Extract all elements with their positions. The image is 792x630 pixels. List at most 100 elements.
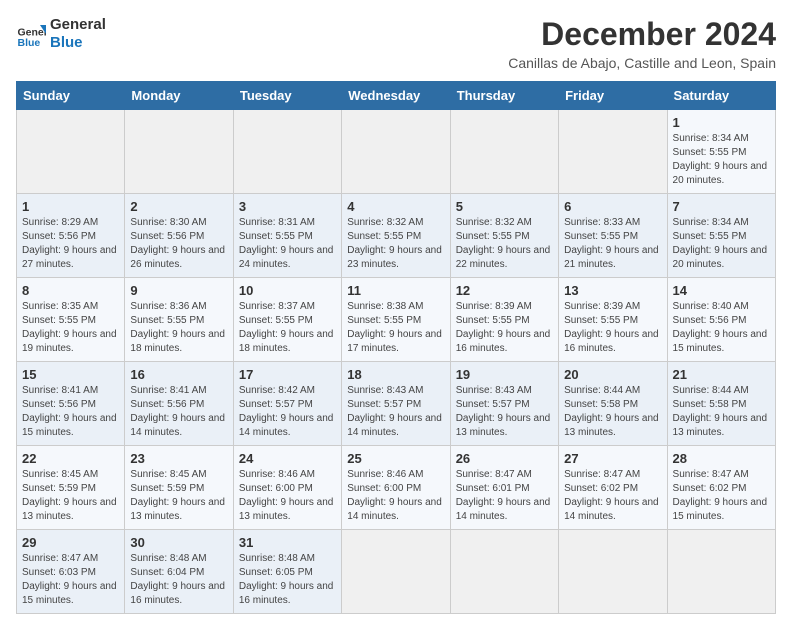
sunset-label: Sunset: 5:58 PM (673, 399, 747, 410)
sunrise-label: Sunrise: 8:30 AM (130, 217, 206, 228)
calendar-day-cell (342, 110, 450, 194)
sunrise-label: Sunrise: 8:31 AM (239, 217, 315, 228)
calendar-day-cell (450, 530, 558, 614)
day-info: Sunrise: 8:45 AM Sunset: 5:59 PM Dayligh… (22, 468, 119, 524)
sunset-label: Sunset: 6:02 PM (673, 483, 747, 494)
calendar-day-cell (559, 110, 667, 194)
sunrise-label: Sunrise: 8:44 AM (673, 385, 749, 396)
sunset-label: Sunset: 5:55 PM (456, 315, 530, 326)
daylight-label: Daylight: 9 hours and 13 minutes. (456, 413, 551, 438)
day-info: Sunrise: 8:43 AM Sunset: 5:57 PM Dayligh… (456, 384, 553, 440)
calendar-table: SundayMondayTuesdayWednesdayThursdayFrid… (16, 81, 776, 614)
daylight-label: Daylight: 9 hours and 14 minutes. (347, 497, 442, 522)
day-info: Sunrise: 8:32 AM Sunset: 5:55 PM Dayligh… (347, 216, 444, 272)
day-info: Sunrise: 8:46 AM Sunset: 6:00 PM Dayligh… (347, 468, 444, 524)
day-number: 20 (564, 367, 661, 382)
day-number: 25 (347, 451, 444, 466)
sunrise-label: Sunrise: 8:32 AM (347, 217, 423, 228)
day-number: 29 (22, 535, 119, 550)
page-header: General Blue General Blue December 2024 … (16, 16, 776, 71)
daylight-label: Daylight: 9 hours and 14 minutes. (564, 497, 659, 522)
calendar-day-cell: 9 Sunrise: 8:36 AM Sunset: 5:55 PM Dayli… (125, 278, 233, 362)
daylight-label: Daylight: 9 hours and 16 minutes. (130, 581, 225, 606)
calendar-body: 1 Sunrise: 8:34 AM Sunset: 5:55 PM Dayli… (17, 110, 776, 614)
daylight-label: Daylight: 9 hours and 17 minutes. (347, 329, 442, 354)
sunrise-label: Sunrise: 8:34 AM (673, 217, 749, 228)
sunrise-label: Sunrise: 8:41 AM (22, 385, 98, 396)
daylight-label: Daylight: 9 hours and 14 minutes. (456, 497, 551, 522)
calendar-day-cell: 22 Sunrise: 8:45 AM Sunset: 5:59 PM Dayl… (17, 446, 125, 530)
day-info: Sunrise: 8:40 AM Sunset: 5:56 PM Dayligh… (673, 300, 770, 356)
month-title: December 2024 (508, 16, 776, 53)
sunrise-label: Sunrise: 8:46 AM (239, 469, 315, 480)
day-info: Sunrise: 8:29 AM Sunset: 5:56 PM Dayligh… (22, 216, 119, 272)
calendar-day-cell: 16 Sunrise: 8:41 AM Sunset: 5:56 PM Dayl… (125, 362, 233, 446)
day-number: 1 (673, 115, 770, 130)
day-info: Sunrise: 8:48 AM Sunset: 6:05 PM Dayligh… (239, 552, 336, 608)
sunset-label: Sunset: 6:00 PM (347, 483, 421, 494)
sunset-label: Sunset: 5:59 PM (130, 483, 204, 494)
day-info: Sunrise: 8:32 AM Sunset: 5:55 PM Dayligh… (456, 216, 553, 272)
daylight-label: Daylight: 9 hours and 20 minutes. (673, 245, 768, 270)
day-number: 5 (456, 199, 553, 214)
day-number: 13 (564, 283, 661, 298)
day-info: Sunrise: 8:47 AM Sunset: 6:02 PM Dayligh… (564, 468, 661, 524)
day-number: 16 (130, 367, 227, 382)
calendar-day-cell: 29 Sunrise: 8:47 AM Sunset: 6:03 PM Dayl… (17, 530, 125, 614)
day-of-week-header: Monday (125, 82, 233, 110)
calendar-day-cell: 8 Sunrise: 8:35 AM Sunset: 5:55 PM Dayli… (17, 278, 125, 362)
sunrise-label: Sunrise: 8:47 AM (22, 553, 98, 564)
sunset-label: Sunset: 6:05 PM (239, 567, 313, 578)
calendar-day-cell (125, 110, 233, 194)
day-info: Sunrise: 8:34 AM Sunset: 5:55 PM Dayligh… (673, 216, 770, 272)
logo: General Blue General Blue (16, 16, 106, 52)
sunrise-label: Sunrise: 8:42 AM (239, 385, 315, 396)
day-number: 27 (564, 451, 661, 466)
sunset-label: Sunset: 5:57 PM (456, 399, 530, 410)
day-info: Sunrise: 8:34 AM Sunset: 5:55 PM Dayligh… (673, 132, 770, 188)
day-number: 3 (239, 199, 336, 214)
day-info: Sunrise: 8:42 AM Sunset: 5:57 PM Dayligh… (239, 384, 336, 440)
calendar-day-cell: 17 Sunrise: 8:42 AM Sunset: 5:57 PM Dayl… (233, 362, 341, 446)
sunset-label: Sunset: 6:01 PM (456, 483, 530, 494)
daylight-label: Daylight: 9 hours and 24 minutes. (239, 245, 334, 270)
sunrise-label: Sunrise: 8:47 AM (673, 469, 749, 480)
day-number: 2 (130, 199, 227, 214)
day-info: Sunrise: 8:45 AM Sunset: 5:59 PM Dayligh… (130, 468, 227, 524)
day-number: 17 (239, 367, 336, 382)
sunset-label: Sunset: 6:03 PM (22, 567, 96, 578)
day-number: 23 (130, 451, 227, 466)
daylight-label: Daylight: 9 hours and 13 minutes. (673, 413, 768, 438)
sunrise-label: Sunrise: 8:45 AM (130, 469, 206, 480)
day-info: Sunrise: 8:38 AM Sunset: 5:55 PM Dayligh… (347, 300, 444, 356)
day-info: Sunrise: 8:47 AM Sunset: 6:03 PM Dayligh… (22, 552, 119, 608)
calendar-day-cell: 18 Sunrise: 8:43 AM Sunset: 5:57 PM Dayl… (342, 362, 450, 446)
calendar-day-cell: 4 Sunrise: 8:32 AM Sunset: 5:55 PM Dayli… (342, 194, 450, 278)
sunset-label: Sunset: 5:55 PM (564, 231, 638, 242)
day-info: Sunrise: 8:43 AM Sunset: 5:57 PM Dayligh… (347, 384, 444, 440)
daylight-label: Daylight: 9 hours and 13 minutes. (22, 497, 117, 522)
sunrise-label: Sunrise: 8:39 AM (564, 301, 640, 312)
sunrise-label: Sunrise: 8:48 AM (130, 553, 206, 564)
calendar-day-cell: 31 Sunrise: 8:48 AM Sunset: 6:05 PM Dayl… (233, 530, 341, 614)
daylight-label: Daylight: 9 hours and 23 minutes. (347, 245, 442, 270)
sunrise-label: Sunrise: 8:43 AM (456, 385, 532, 396)
day-info: Sunrise: 8:37 AM Sunset: 5:55 PM Dayligh… (239, 300, 336, 356)
day-info: Sunrise: 8:47 AM Sunset: 6:01 PM Dayligh… (456, 468, 553, 524)
sunset-label: Sunset: 5:56 PM (130, 231, 204, 242)
sunset-label: Sunset: 5:56 PM (22, 399, 96, 410)
sunrise-label: Sunrise: 8:46 AM (347, 469, 423, 480)
logo-line1: General (50, 16, 106, 34)
logo-line2: Blue (50, 34, 106, 52)
sunrise-label: Sunrise: 8:34 AM (673, 133, 749, 144)
calendar-day-cell: 6 Sunrise: 8:33 AM Sunset: 5:55 PM Dayli… (559, 194, 667, 278)
calendar-day-cell: 30 Sunrise: 8:48 AM Sunset: 6:04 PM Dayl… (125, 530, 233, 614)
sunrise-label: Sunrise: 8:36 AM (130, 301, 206, 312)
day-info: Sunrise: 8:33 AM Sunset: 5:55 PM Dayligh… (564, 216, 661, 272)
day-number: 30 (130, 535, 227, 550)
sunset-label: Sunset: 5:55 PM (347, 231, 421, 242)
day-number: 14 (673, 283, 770, 298)
calendar-day-cell: 26 Sunrise: 8:47 AM Sunset: 6:01 PM Dayl… (450, 446, 558, 530)
day-number: 7 (673, 199, 770, 214)
sunset-label: Sunset: 5:55 PM (564, 315, 638, 326)
